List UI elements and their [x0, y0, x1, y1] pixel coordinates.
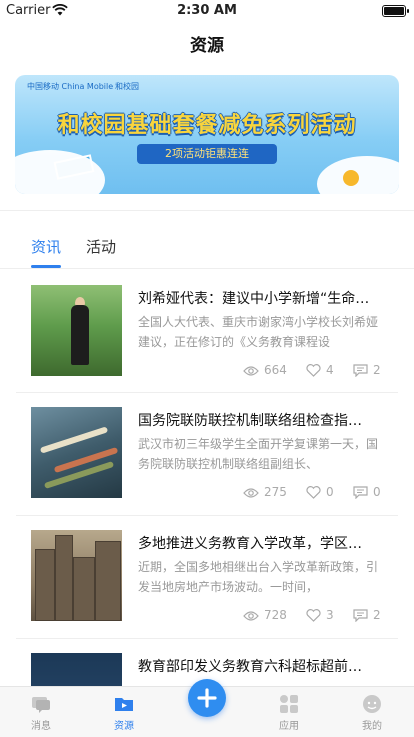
promo-banner[interactable]: 中国移动 China Mobile 和校园 和校园基础套餐减免系列活动 2项活动…	[15, 75, 399, 194]
tabbar-label: 消息	[31, 721, 51, 732]
list-separator	[16, 515, 398, 516]
banner-subline: 2项活动钜惠连连	[137, 144, 277, 164]
tabbar-label: 我的	[362, 721, 382, 732]
tab-news[interactable]: 资讯	[31, 236, 61, 257]
comment-button[interactable]: 2	[353, 608, 381, 623]
building-shape	[35, 549, 55, 621]
tabbar-label: 应用	[279, 721, 299, 732]
view-count-value: 728	[264, 608, 287, 622]
apps-icon	[280, 695, 298, 713]
view-count-value: 664	[264, 363, 287, 377]
building-shape	[55, 535, 73, 621]
pencil-shape	[39, 426, 109, 454]
heart-icon	[306, 486, 321, 499]
clock: 2:30 AM	[177, 3, 237, 18]
comment-count: 0	[373, 485, 381, 499]
like-button[interactable]: 0	[306, 485, 334, 499]
comment-icon	[353, 609, 368, 623]
news-title: 教育部印发义务教育六科超标超前…	[138, 659, 362, 675]
eye-icon	[243, 365, 259, 376]
news-thumbnail	[31, 530, 122, 621]
view-count: 728	[243, 608, 287, 622]
like-count: 4	[326, 363, 334, 377]
add-button[interactable]	[188, 679, 226, 717]
list-separator	[16, 638, 398, 639]
like-count: 3	[326, 608, 334, 622]
brand-logo: 和校园	[115, 82, 139, 91]
tab-activities[interactable]: 活动	[86, 236, 116, 257]
building-shape	[73, 557, 95, 621]
section-divider	[0, 210, 414, 211]
plant-illustration	[343, 170, 359, 186]
video-folder-icon	[115, 698, 133, 711]
news-item[interactable]: 国务院联防联控机制联络组检查指… 武汉市初三年级学生全面开学复课第一天，国务院联…	[0, 407, 414, 527]
heart-icon	[306, 609, 321, 622]
status-bar: Carrier 2:30 AM	[0, 0, 414, 22]
comment-icon	[353, 486, 368, 500]
news-title: 多地推进义务教育入学改革，学区…	[138, 536, 362, 552]
tabbar-item-profile[interactable]: 我的	[342, 693, 402, 732]
news-title: 刘希娅代表：建议中小学新增“生命…	[138, 291, 370, 307]
news-thumbnail	[31, 285, 122, 376]
building-shape	[95, 541, 121, 621]
profile-icon	[363, 695, 381, 713]
news-title: 国务院联防联控机制联络组检查指…	[138, 413, 362, 429]
china-mobile-logo: 中国移动 China Mobile	[27, 82, 114, 91]
tabbar-item-apps[interactable]: 应用	[259, 693, 319, 732]
person-figure	[71, 305, 89, 365]
news-item[interactable]: 刘希娅代表：建议中小学新增“生命… 全国人大代表、重庆市谢家湾小学校长刘希娅建议…	[0, 285, 414, 405]
heart-icon	[306, 364, 321, 377]
battery-icon	[382, 5, 409, 17]
like-count: 0	[326, 485, 334, 499]
like-button[interactable]: 3	[306, 608, 334, 622]
comment-button[interactable]: 2	[353, 363, 381, 378]
page-title: 资源	[190, 36, 224, 56]
message-icon	[32, 697, 50, 713]
view-count: 275	[243, 485, 287, 499]
banner-headline: 和校园基础套餐减免系列活动	[57, 113, 357, 138]
list-separator	[16, 392, 398, 393]
news-summary: 武汉市初三年级学生全面开学复课第一天，国务院联防联控机制联络组副组长、	[138, 437, 379, 471]
like-button[interactable]: 4	[306, 363, 334, 377]
news-thumbnail	[31, 653, 122, 686]
eye-icon	[243, 610, 259, 621]
comment-count: 2	[373, 608, 381, 622]
view-count-value: 275	[264, 485, 287, 499]
eye-icon	[243, 487, 259, 498]
tabbar-item-messages[interactable]: 消息	[11, 693, 71, 732]
comment-icon	[353, 364, 368, 378]
cloud-illustration	[15, 150, 105, 194]
tabbar-label: 资源	[114, 721, 134, 732]
plus-icon	[197, 688, 217, 708]
news-thumbnail	[31, 407, 122, 498]
comment-count: 2	[373, 363, 381, 377]
tab-divider	[0, 268, 414, 269]
tabbar-item-resources[interactable]: 资源	[94, 693, 154, 732]
news-summary: 近期，全国多地相继出台入学改革新政策，引发当地房地产市场波动。一时间，	[138, 560, 379, 594]
news-item[interactable]: 多地推进义务教育入学改革，学区… 近期，全国多地相继出台入学改革新政策，引发当地…	[0, 530, 414, 650]
view-count: 664	[243, 363, 287, 377]
comment-button[interactable]: 0	[353, 485, 381, 500]
news-summary: 全国人大代表、重庆市谢家湾小学校长刘希娅建议，正在修订的《义务教育课程设	[138, 315, 379, 349]
